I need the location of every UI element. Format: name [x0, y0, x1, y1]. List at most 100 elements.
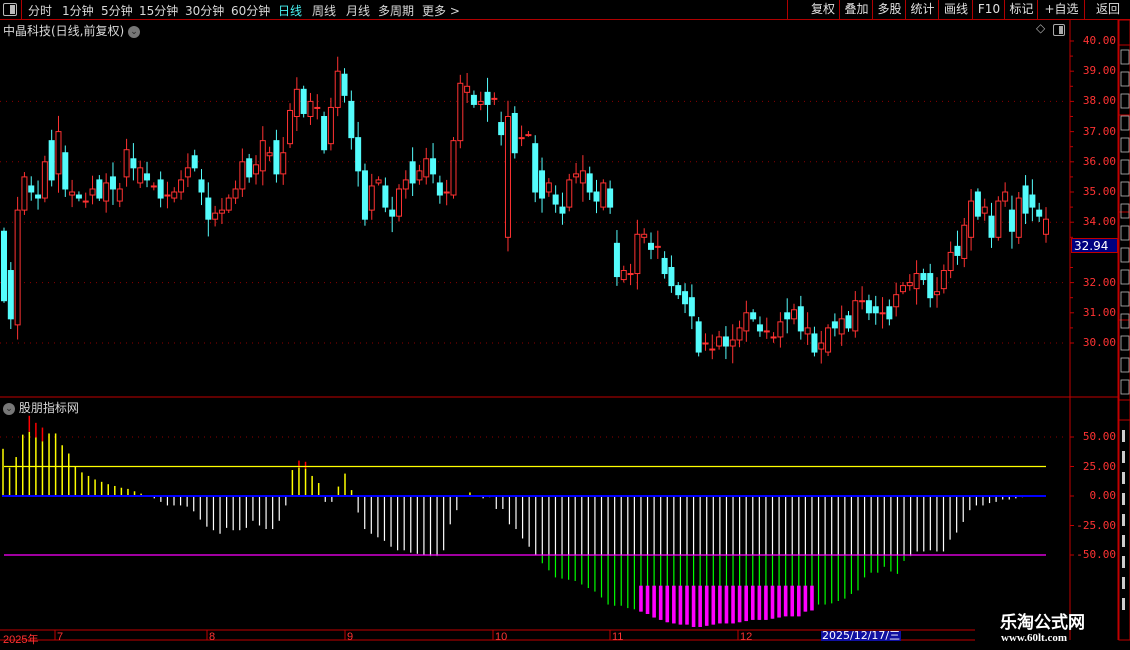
candle	[968, 188, 975, 251]
candle	[627, 263, 634, 286]
candle-body	[654, 245, 661, 248]
side-panel-glyph	[1120, 247, 1130, 263]
bar-magenta	[803, 585, 808, 612]
candle	[682, 283, 689, 314]
candle-body	[784, 312, 791, 320]
candle	[470, 90, 477, 108]
candle-body	[736, 327, 743, 341]
candle	[872, 295, 879, 325]
candle	[695, 317, 702, 357]
chart-canvas[interactable]	[0, 0, 1130, 650]
candle	[586, 166, 593, 200]
price-tick-label: 31.00	[1082, 305, 1116, 319]
candle-body	[695, 321, 702, 353]
price-tick-label: 30.00	[1082, 336, 1116, 349]
candle	[484, 77, 491, 122]
side-panel-glyph	[1122, 493, 1125, 505]
candle-body	[661, 257, 668, 275]
candle	[974, 188, 981, 220]
candle	[109, 162, 116, 205]
candle	[144, 161, 151, 188]
candle	[859, 286, 866, 310]
candle-body	[75, 194, 82, 199]
candle	[327, 97, 334, 151]
indicator-bar	[652, 496, 656, 618]
bar-magenta	[764, 585, 768, 620]
indicator-tick-label: -50.00	[1076, 548, 1116, 561]
indicator-bar	[770, 496, 775, 619]
candle-body	[770, 336, 777, 339]
candle-body	[96, 179, 103, 199]
candle-body	[89, 188, 96, 196]
price-tick-label: 37.00	[1082, 124, 1116, 138]
candle	[934, 277, 941, 308]
indicator-bar	[777, 496, 781, 618]
price-tick-label: 32.00	[1082, 275, 1116, 289]
candle-body	[1043, 218, 1049, 235]
indicator-tick-label: -25.00	[1076, 518, 1116, 532]
candle	[709, 334, 716, 360]
candle-body	[688, 297, 695, 317]
candle-body	[593, 191, 600, 202]
candle	[845, 310, 852, 332]
candle	[865, 294, 872, 321]
candle	[137, 160, 144, 189]
candle	[899, 281, 906, 295]
bar-magenta	[678, 585, 683, 625]
indicator-bar	[711, 496, 716, 625]
candle	[28, 176, 35, 201]
candle-body	[239, 161, 246, 190]
candle	[287, 103, 294, 149]
candle	[55, 115, 62, 193]
candle	[647, 232, 654, 260]
candle-body	[62, 152, 69, 190]
candle-body	[559, 206, 566, 214]
bar-magenta	[770, 585, 775, 619]
candle-body	[1022, 185, 1029, 214]
candle-body	[137, 167, 144, 184]
side-panel-glyph	[1120, 225, 1130, 241]
candle-body	[171, 191, 178, 199]
candle	[7, 262, 14, 329]
candle	[130, 143, 137, 181]
candle	[716, 330, 723, 350]
candle	[797, 295, 804, 340]
candle	[450, 137, 457, 199]
bar-magenta	[685, 585, 689, 625]
indicator-tick-label: 50.00	[1082, 430, 1116, 443]
candle-body	[811, 333, 818, 353]
candle-body	[838, 318, 845, 335]
candle-body	[641, 233, 648, 238]
candle	[498, 111, 505, 146]
candle-body	[756, 324, 763, 332]
candle-body	[1, 230, 7, 302]
candle-body	[103, 182, 110, 202]
candle-body	[430, 158, 437, 175]
candle-body	[300, 88, 307, 114]
side-panel-glyph	[1122, 577, 1125, 589]
candle	[736, 320, 743, 348]
candle	[396, 184, 403, 222]
candle-body	[532, 143, 539, 193]
side-panel-cell[interactable]	[1118, 19, 1130, 46]
candle	[62, 145, 69, 197]
bar-magenta	[737, 585, 742, 623]
candle	[225, 194, 232, 214]
candle	[947, 241, 954, 279]
side-panel-glyph	[1120, 71, 1130, 87]
candle-body	[947, 251, 954, 272]
candle-body	[327, 106, 334, 145]
candle-body	[845, 315, 852, 329]
candle-body	[968, 200, 975, 238]
bar-magenta	[665, 585, 670, 623]
candle-body	[865, 300, 872, 314]
side-panel-cell[interactable]	[1118, 399, 1130, 421]
bar-magenta	[691, 585, 696, 627]
candle	[1, 227, 7, 303]
bar-magenta	[724, 585, 729, 624]
watermark-url: www.60lt.com	[1001, 632, 1067, 644]
candle-body	[600, 182, 607, 208]
candle	[661, 251, 668, 279]
bar-magenta	[810, 585, 814, 611]
price-tick-label: 36.00	[1082, 154, 1116, 168]
